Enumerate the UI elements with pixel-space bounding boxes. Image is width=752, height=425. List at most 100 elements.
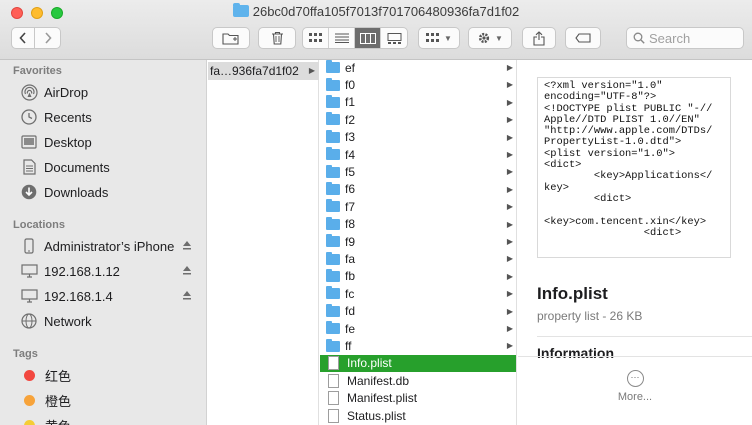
file-row[interactable]: Status.plist (320, 407, 516, 424)
search-input[interactable] (649, 30, 739, 46)
folder-icon (326, 303, 340, 317)
file-name: Info.plist (347, 356, 392, 371)
icon-view-button[interactable] (303, 28, 329, 48)
folder-row[interactable]: f8 ▶ (320, 216, 516, 233)
search-icon (633, 32, 645, 44)
file-name: Manifest.db (347, 373, 410, 388)
disclosure-arrow-icon: ▶ (506, 202, 513, 212)
sidebar-item-label: Downloads (44, 184, 109, 200)
file-row[interactable]: Manifest.plist (320, 390, 516, 407)
sidebar: Favorites AirDrop Recents Desktop Docume… (0, 60, 207, 425)
sidebar-item-downloads[interactable]: Downloads (20, 181, 200, 203)
folder-row[interactable]: f5 ▶ (320, 163, 516, 180)
more-button[interactable]: ··· More... (615, 370, 655, 403)
code-line: <key>Applications</ (544, 170, 713, 183)
folder-row[interactable]: fb ▶ (320, 268, 516, 285)
sidebar-item-server-1[interactable]: 192.168.1.12 (20, 260, 200, 282)
list-view-button[interactable] (329, 28, 355, 48)
eject-icon[interactable] (182, 240, 192, 251)
folder-name: ff (345, 339, 352, 354)
sidebar-item-tag-yellow[interactable]: 黄色 (20, 414, 200, 425)
delete-button[interactable] (258, 27, 296, 49)
file-icon (328, 391, 339, 406)
desktop-icon (20, 133, 38, 151)
folder-icon (326, 199, 340, 213)
folder-icon (326, 94, 340, 108)
tag-color-dot (24, 369, 35, 381)
folder-row[interactable]: f4 ▶ (320, 146, 516, 163)
sidebar-item-label: 红色 (45, 368, 72, 384)
folder-row[interactable]: fd ▶ (320, 303, 516, 320)
sidebar-item-network[interactable]: Network (20, 310, 200, 332)
folder-row[interactable]: f7 ▶ (320, 198, 516, 215)
column-selected-folder[interactable]: fa…936fa7d1f02 ▶ (208, 62, 319, 80)
gallery-icon (387, 32, 401, 44)
folder-icon (326, 251, 340, 265)
sidebar-item-desktop[interactable]: Desktop (20, 131, 200, 153)
disclosure-arrow-icon: ▶ (506, 219, 513, 229)
browser-column-2: ef ▶ f0 ▶ f1 ▶ f2 ▶ f3 ▶ f4 ▶ f5 ▶ f6 ▶ f7 ▶ f8 ▶ f9 ▶ fa ▶ fb ▶ f… (320, 60, 517, 425)
sidebar-item-airdrop[interactable]: AirDrop (20, 81, 200, 103)
folder-name: fd (345, 304, 356, 319)
disclosure-arrow-icon: ▶ (506, 184, 513, 194)
document-icon (20, 158, 38, 176)
new-folder-button[interactable] (212, 27, 250, 49)
folder-icon (326, 129, 340, 143)
disclosure-arrow-icon: ▶ (506, 167, 513, 177)
folder-row[interactable]: fa ▶ (320, 250, 516, 267)
folder-name: f6 (345, 182, 356, 197)
file-row[interactable]: Manifest.db (320, 372, 516, 389)
disclosure-arrow-icon: ▶ (506, 97, 513, 107)
folder-row[interactable]: f2 ▶ (320, 111, 516, 128)
disclosure-arrow-icon: ▶ (506, 150, 513, 159)
sidebar-item-recents[interactable]: Recents (20, 106, 200, 128)
sidebar-item-label: Recents (44, 109, 92, 125)
disclosure-arrow-icon: ▶ (506, 306, 513, 316)
disclosure-arrow-icon: ▶ (506, 254, 513, 264)
folder-row[interactable]: f9 ▶ (320, 233, 516, 250)
folder-row[interactable]: ef ▶ (320, 60, 516, 76)
folder-row[interactable]: fe ▶ (320, 320, 516, 337)
folder-icon (326, 112, 340, 126)
folder-row[interactable]: f1 ▶ (320, 94, 516, 111)
grid-icon (308, 33, 322, 42)
divider (518, 356, 752, 357)
back-button[interactable] (11, 27, 35, 49)
file-row-selected[interactable]: Info.plist (320, 354, 516, 373)
sidebar-item-iphone[interactable]: Administrator’s iPhone (20, 235, 200, 257)
search-field[interactable] (626, 27, 744, 49)
folder-row[interactable]: f3 ▶ (320, 129, 516, 146)
columns-icon (359, 32, 376, 44)
folder-row[interactable]: fc ▶ (320, 285, 516, 302)
share-button[interactable] (522, 27, 556, 49)
folder-row[interactable]: f6 ▶ (320, 181, 516, 198)
column-view-button[interactable] (355, 28, 381, 48)
forward-button[interactable] (35, 27, 61, 49)
folder-row[interactable]: ff ▶ (320, 337, 516, 354)
tag-button[interactable] (565, 27, 601, 49)
group-by-button[interactable]: ▼ (418, 27, 460, 49)
gallery-view-button[interactable] (381, 28, 407, 48)
airdrop-icon (20, 83, 38, 101)
folder-row[interactable]: f0 ▶ (320, 76, 516, 93)
folder-icon (326, 77, 340, 91)
folder-icon (326, 321, 340, 335)
code-line: encoding="UTF-8"?> (544, 91, 657, 104)
eject-icon[interactable] (182, 265, 192, 276)
preview-file-kind: property list - 26 KB (537, 309, 643, 323)
sidebar-item-server-2[interactable]: 192.168.1.4 (20, 285, 200, 307)
file-name: Status.plist (347, 408, 406, 423)
eject-icon[interactable] (182, 290, 192, 301)
preview-information-heading: Information (537, 336, 752, 361)
sidebar-item-tag-orange[interactable]: 橙色 (20, 389, 200, 411)
chevron-left-icon (19, 32, 26, 44)
action-button[interactable]: ▼ (468, 27, 512, 49)
chevron-down-icon: ▼ (444, 33, 452, 43)
sidebar-item-label: Documents (44, 159, 110, 175)
file-icon (328, 356, 339, 371)
sidebar-item-documents[interactable]: Documents (20, 156, 200, 178)
sidebar-item-tag-red[interactable]: 红色 (20, 364, 200, 386)
preview-pane: <?xml version="1.0" encoding="UTF-8"?> <!D… (518, 60, 752, 425)
folder-name: f3 (345, 130, 356, 145)
file-icon (328, 373, 339, 388)
